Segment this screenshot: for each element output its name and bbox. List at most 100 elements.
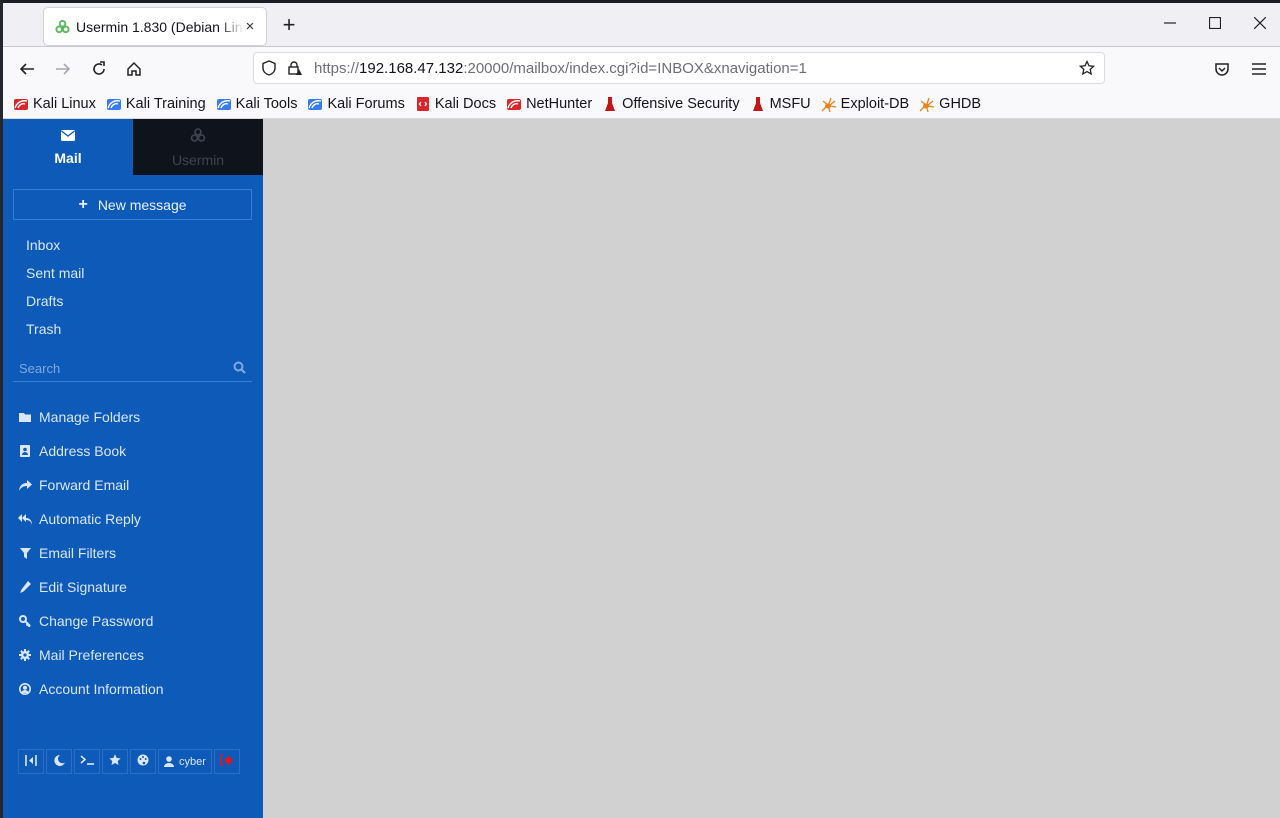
dark-mode-button[interactable] <box>46 749 72 774</box>
menu-email-filters[interactable]: Email Filters <box>18 545 116 561</box>
bookmark-kali-training[interactable]: Kali Training <box>106 96 206 112</box>
forward-arrow-icon[interactable] <box>49 55 77 83</box>
back-arrow-icon[interactable] <box>13 55 41 83</box>
bookmark-offensive-security[interactable]: Offensive Security <box>602 95 740 112</box>
search-box <box>13 356 252 382</box>
kali-forums-icon <box>307 96 323 112</box>
bookmark-kali-tools[interactable]: Kali Tools <box>216 95 298 112</box>
filter-icon <box>18 546 32 560</box>
pencil-icon <box>18 580 32 594</box>
reload-icon[interactable] <box>85 55 113 83</box>
user-circle-icon <box>18 682 32 696</box>
tab-usermin[interactable]: Usermin <box>133 119 263 175</box>
envelope-icon <box>61 128 75 146</box>
search-icon[interactable] <box>233 361 246 379</box>
close-window-icon[interactable] <box>1246 9 1274 37</box>
folder-drafts[interactable]: Drafts <box>26 293 63 309</box>
bottom-toolbar: cyber <box>18 749 242 774</box>
close-tab-icon[interactable]: × <box>240 16 260 36</box>
menu-change-password[interactable]: Change Password <box>18 613 153 629</box>
pocket-icon[interactable] <box>1208 55 1236 83</box>
bookmark-exploit-db[interactable]: Exploit-DB <box>821 95 910 112</box>
menu-label: Email Filters <box>39 545 117 561</box>
kali-training-icon <box>106 96 122 112</box>
offsec-icon <box>602 96 618 112</box>
maximize-icon[interactable] <box>1201 9 1229 37</box>
url-scheme: https:// <box>314 59 360 77</box>
url-bar[interactable]: https://192.168.47.132:20000/mailbox/ind… <box>253 52 1105 84</box>
nethunter-icon <box>506 96 522 112</box>
logout-icon <box>220 753 234 769</box>
bookmark-label: Exploit-DB <box>840 95 910 112</box>
moon-icon <box>53 754 65 769</box>
insecure-lock-icon[interactable] <box>284 57 306 79</box>
minimize-icon[interactable] <box>1156 9 1184 37</box>
tab-mail-label: Mail <box>54 150 82 166</box>
menu-label: Mail Preferences <box>39 647 145 663</box>
menu-mail-preferences[interactable]: Mail Preferences <box>18 647 144 663</box>
collapse-sidebar-button[interactable] <box>18 749 44 774</box>
user-button[interactable]: cyber <box>158 749 212 774</box>
key-icon <box>18 614 32 628</box>
menu-label: Automatic Reply <box>39 511 141 527</box>
kali-docs-icon <box>415 96 431 112</box>
folder-trash[interactable]: Trash <box>26 321 61 337</box>
bookmark-ghdb[interactable]: GHDB <box>919 96 981 112</box>
menu-address-book[interactable]: Address Book <box>18 443 126 459</box>
bookmark-label: NetHunter <box>526 95 593 112</box>
menu-label: Address Book <box>39 443 127 459</box>
browser-window: Usermin 1.830 (Debian Linux 2021) × + <box>3 3 1280 818</box>
menu-account-information[interactable]: Account Information <box>18 681 164 697</box>
bookmark-label: Kali Training <box>125 95 206 112</box>
hamburger-menu-icon[interactable] <box>1245 55 1273 83</box>
new-message-button[interactable]: + New message <box>13 189 252 220</box>
menu-automatic-reply[interactable]: Automatic Reply <box>18 511 141 527</box>
tab-bar: Usermin 1.830 (Debian Linux 2021) × + <box>3 3 1280 47</box>
browser-tab[interactable]: Usermin 1.830 (Debian Linux 2021) × <box>44 8 266 45</box>
reply-all-icon <box>18 512 32 526</box>
navigation-bar: https://192.168.47.132:20000/mailbox/ind… <box>3 47 1280 89</box>
terminal-icon <box>80 755 94 768</box>
menu-label: Forward Email <box>39 477 130 493</box>
logout-button[interactable] <box>213 749 240 774</box>
home-icon[interactable] <box>120 55 148 83</box>
share-icon <box>18 478 32 492</box>
bookmark-label: Kali Tools <box>235 95 298 112</box>
bookmark-label: Offensive Security <box>622 95 740 112</box>
usermin-favicon-icon <box>54 19 70 35</box>
kali-dragon-icon <box>13 96 29 112</box>
bookmark-msfu[interactable]: MSFU <box>750 96 811 112</box>
content-area <box>263 119 1280 818</box>
shield-icon[interactable] <box>258 57 280 79</box>
sidebar: Mail Usermin + New message Inbox Sent ma… <box>3 119 263 818</box>
menu-manage-folders[interactable]: Manage Folders <box>18 409 140 425</box>
ghdb-spider-icon <box>919 96 935 112</box>
bookmark-star-icon[interactable] <box>1076 57 1098 79</box>
bookmark-label: GHDB <box>939 95 982 112</box>
address-book-icon <box>18 444 32 458</box>
favorites-button[interactable] <box>102 749 128 774</box>
bookmark-nethunter[interactable]: NetHunter <box>506 96 592 112</box>
url-path: :20000/mailbox/index.cgi?id=INBOX&xnavig… <box>463 59 807 77</box>
bookmark-kali-forums[interactable]: Kali Forums <box>307 96 405 112</box>
menu-forward-email[interactable]: Forward Email <box>18 477 129 493</box>
url-text: https://192.168.47.132:20000/mailbox/ind… <box>314 60 807 77</box>
tab-mail[interactable]: Mail <box>3 119 133 175</box>
terminal-button[interactable] <box>74 749 100 774</box>
theme-button[interactable] <box>130 749 156 774</box>
new-tab-button[interactable]: + <box>277 12 301 37</box>
bookmark-kali-docs[interactable]: Kali Docs <box>415 96 496 112</box>
folder-sent-mail[interactable]: Sent mail <box>26 265 84 281</box>
username-label: cyber <box>179 755 206 768</box>
folder-icon <box>18 410 32 424</box>
msfu-icon <box>750 96 766 112</box>
folder-inbox[interactable]: Inbox <box>26 237 60 253</box>
menu-edit-signature[interactable]: Edit Signature <box>18 579 127 595</box>
bookmark-kali-linux[interactable]: Kali Linux <box>13 96 96 112</box>
tab-title: Usermin 1.830 (Debian Linux 2021) <box>76 18 244 35</box>
kali-tools-icon <box>216 96 232 112</box>
menu-label: Change Password <box>39 613 154 629</box>
bookmarks-toolbar: Kali Linux Kali Training Kali Tools Kali Fo… <box>3 89 1280 119</box>
new-message-label: New message <box>97 196 187 213</box>
search-input[interactable] <box>13 361 223 376</box>
